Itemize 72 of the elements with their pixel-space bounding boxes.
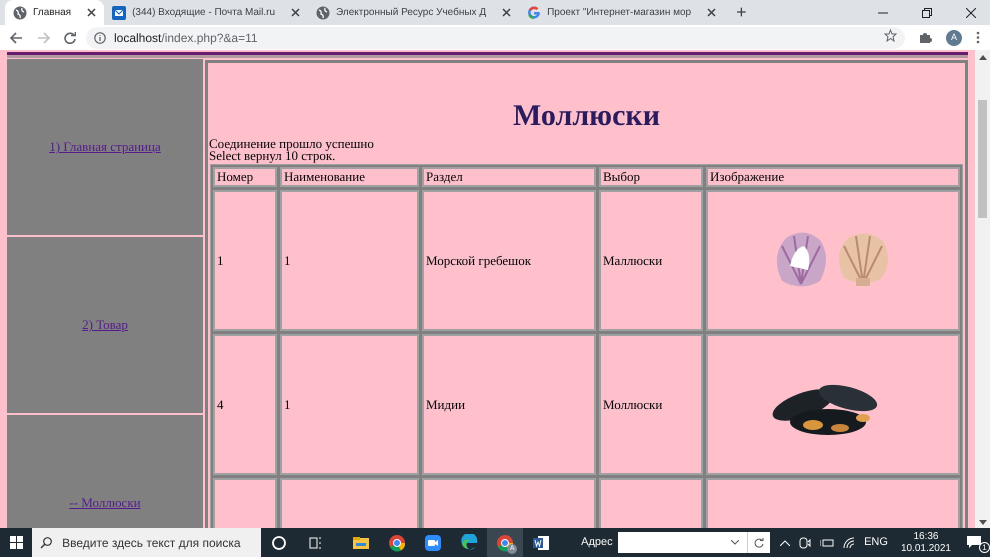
table-cell: Моллюски — [599, 334, 703, 475]
wifi-icon[interactable] — [843, 536, 856, 548]
table-cell: Мидии — [422, 334, 596, 475]
column-header: Выбор — [599, 167, 703, 187]
camera-icon[interactable] — [799, 536, 812, 548]
notification-count-badge: 1 — [979, 542, 990, 552]
refresh-icon — [754, 538, 764, 548]
address-toolbar-label: Адрес — [581, 535, 613, 550]
edge-icon[interactable] — [460, 534, 478, 552]
clock-date: 10.01.2021 — [900, 542, 951, 554]
globe-icon — [13, 6, 27, 20]
profile-avatar[interactable]: A — [946, 30, 962, 46]
status-message: Соединение прошло успешно — [209, 138, 375, 150]
restore-icon[interactable] — [922, 8, 932, 18]
close-icon[interactable] — [502, 8, 512, 17]
globe-icon — [316, 6, 330, 20]
star-icon[interactable] — [884, 28, 897, 42]
battery-icon[interactable] — [820, 538, 834, 548]
windows-logo-icon[interactable] — [10, 536, 23, 549]
page-heading: Моллюски — [512, 98, 661, 134]
circle-icon[interactable] — [270, 534, 288, 552]
mail-icon — [112, 6, 126, 20]
dropdown-caret-icon — [731, 540, 740, 545]
close-icon[interactable] — [707, 8, 716, 17]
notification-button[interactable]: 1 — [966, 532, 990, 552]
up-caret-icon[interactable] — [780, 540, 790, 546]
chrome-icon[interactable] — [388, 534, 406, 552]
browser-tab[interactable]: Проект "Интернет-магазин мор — [519, 0, 724, 25]
table-cell: Морской гребешок — [422, 190, 596, 331]
browser-tab[interactable]: Электронный Ресурс Учебных Д — [308, 0, 520, 25]
tab-title: Главная — [33, 6, 72, 20]
tab-title: Электронный Ресурс Учебных Д — [336, 6, 488, 20]
google-g-icon — [527, 6, 542, 20]
puzzle-icon[interactable] — [919, 31, 932, 44]
taskbar-clock[interactable]: 16:36 10.01.2021 — [900, 530, 951, 554]
chrome-icon[interactable] — [496, 534, 514, 552]
url-text: localhost/index.php?&a=11 — [114, 30, 258, 46]
table-cell: 1 — [280, 334, 419, 475]
search-placeholder: Введите здесь текст для поиска — [62, 534, 241, 552]
scrollbar-thumb[interactable] — [978, 100, 987, 218]
close-icon[interactable] — [87, 8, 96, 17]
clock-time: 16:36 — [913, 530, 938, 542]
new-tab-button[interactable]: + — [736, 3, 747, 21]
table-cell: 4 — [213, 334, 277, 475]
scroll-down-icon[interactable] — [978, 520, 986, 526]
info-icon — [94, 32, 106, 44]
address-field[interactable]: localhost/index.php?&a=11 — [86, 26, 905, 48]
more-menu-icon[interactable] — [976, 31, 980, 44]
column-header: Номер — [213, 167, 277, 187]
table-cell: Маллюски — [599, 190, 703, 331]
tab-title: (344) Входящие - Почта Mail.ru — [132, 6, 276, 20]
taskbar-search-field[interactable]: Введите здесь текст для поиска — [32, 528, 262, 557]
close-icon[interactable] — [966, 8, 976, 18]
browser-tab[interactable]: Главная — [5, 0, 104, 25]
language-indicator[interactable]: ENG — [864, 534, 888, 551]
message-icon — [966, 534, 982, 548]
column-header: Изображение — [706, 167, 960, 187]
browser-tab[interactable]: (344) Входящие - Почта Mail.ru — [104, 0, 308, 25]
back-arrow-icon[interactable] — [10, 32, 23, 44]
word-icon[interactable] — [532, 534, 550, 552]
scroll-up-icon[interactable] — [978, 54, 986, 60]
taskbar-address-field[interactable] — [618, 532, 770, 553]
column-header: Наименование — [280, 167, 419, 187]
reload-icon[interactable] — [64, 32, 76, 44]
close-icon[interactable] — [291, 8, 300, 17]
column-header: Раздел — [422, 167, 596, 187]
status-message: Select вернул 10 строк. — [209, 150, 336, 162]
tab-title: Проект "Интернет-магазин мор — [547, 6, 692, 20]
search-icon — [40, 536, 52, 548]
table-cell: 1 — [280, 190, 419, 331]
table-cell: 1 — [213, 190, 277, 331]
video-camera-icon[interactable] — [424, 534, 442, 552]
